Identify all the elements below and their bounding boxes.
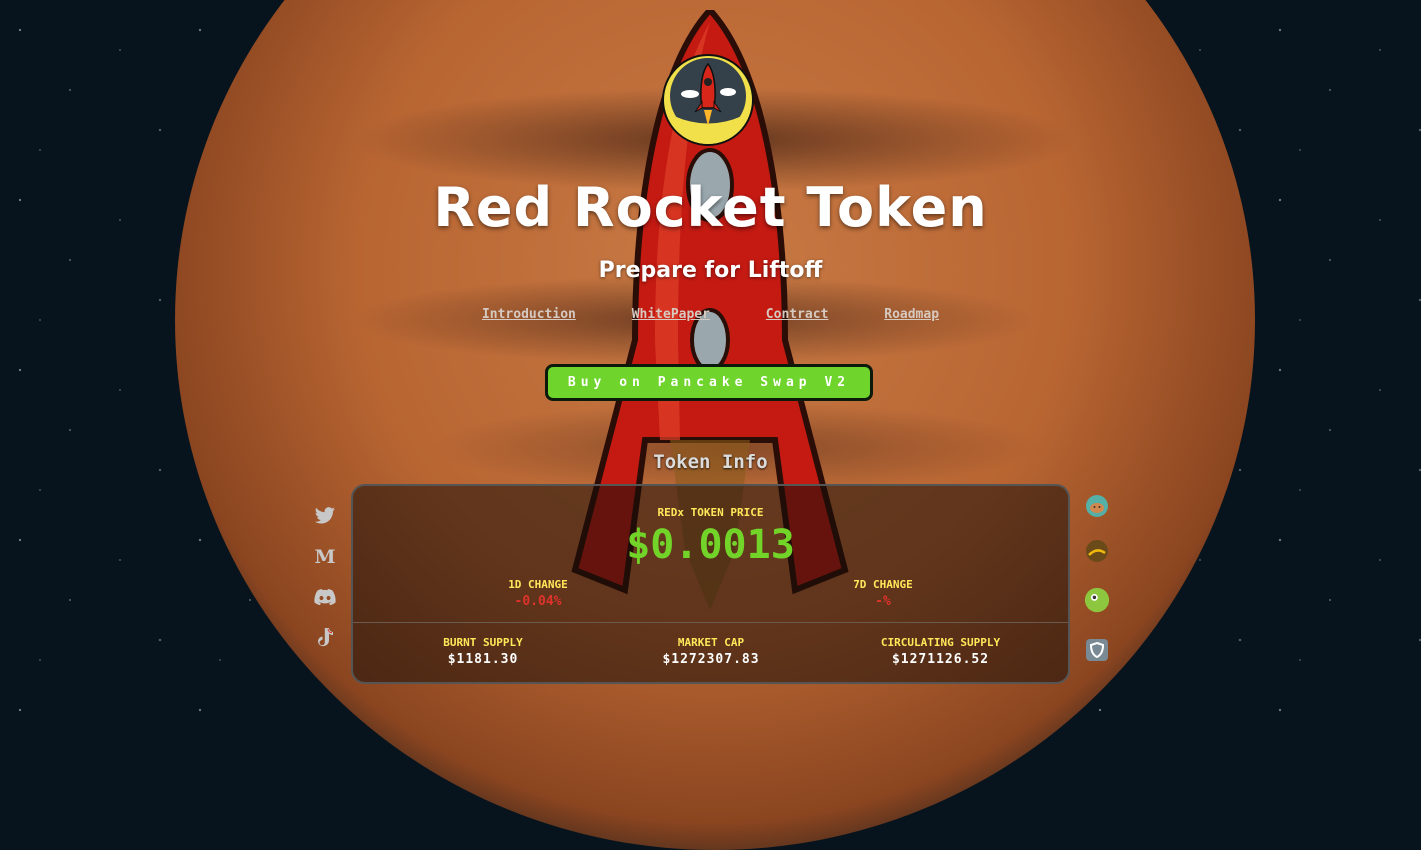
top-nav: Introduction WhitePaper Contract Roadmap [0,307,1421,322]
nav-link-whitepaper[interactable]: WhitePaper [632,307,710,322]
circulating-supply-label: CIRCULATING SUPPLY [880,636,1001,649]
burnt-supply-label: BURNT SUPPLY [443,636,523,649]
burnt-supply-value: $1181.30 [447,652,519,667]
change-7d-label: 7D CHANGE [853,578,913,591]
discord-icon[interactable] [312,584,338,610]
medium-icon[interactable]: M [312,544,338,570]
nav-link-roadmap[interactable]: Roadmap [884,307,939,322]
tiktok-icon[interactable] [312,625,338,651]
page-subtitle: Prepare for Liftoff [598,258,823,283]
market-cap-label: MARKET CAP [677,636,745,649]
coingecko-icon[interactable] [1084,587,1110,613]
change-7d-value: -% [875,594,891,609]
circulating-supply-value: $1271126.52 [891,652,990,667]
nav-link-contract[interactable]: Contract [766,307,829,322]
nav-link-introduction[interactable]: Introduction [482,307,576,322]
buy-pancakeswap-button[interactable]: Buy on Pancake Swap V2 [545,364,873,401]
market-cap-value: $1272307.83 [662,652,760,667]
token-info-card: REDx TOKEN PRICE $0.0013 1D CHANGE -0.04… [351,484,1070,684]
twitter-icon[interactable] [312,503,338,529]
pancakeswap-icon[interactable] [1084,493,1110,519]
token-price-value: $0.0013 [626,522,795,568]
bscscan-icon[interactable] [1084,538,1110,564]
page-title: Red Rocket Token [433,176,988,239]
trustwallet-icon[interactable] [1084,637,1110,663]
token-info-heading: Token Info [653,451,768,473]
token-logo [662,54,754,146]
change-1d-value: -0.04% [514,594,562,609]
change-1d-label: 1D CHANGE [508,578,568,591]
price-label: REDx TOKEN PRICE [657,506,764,519]
card-divider [353,622,1068,623]
